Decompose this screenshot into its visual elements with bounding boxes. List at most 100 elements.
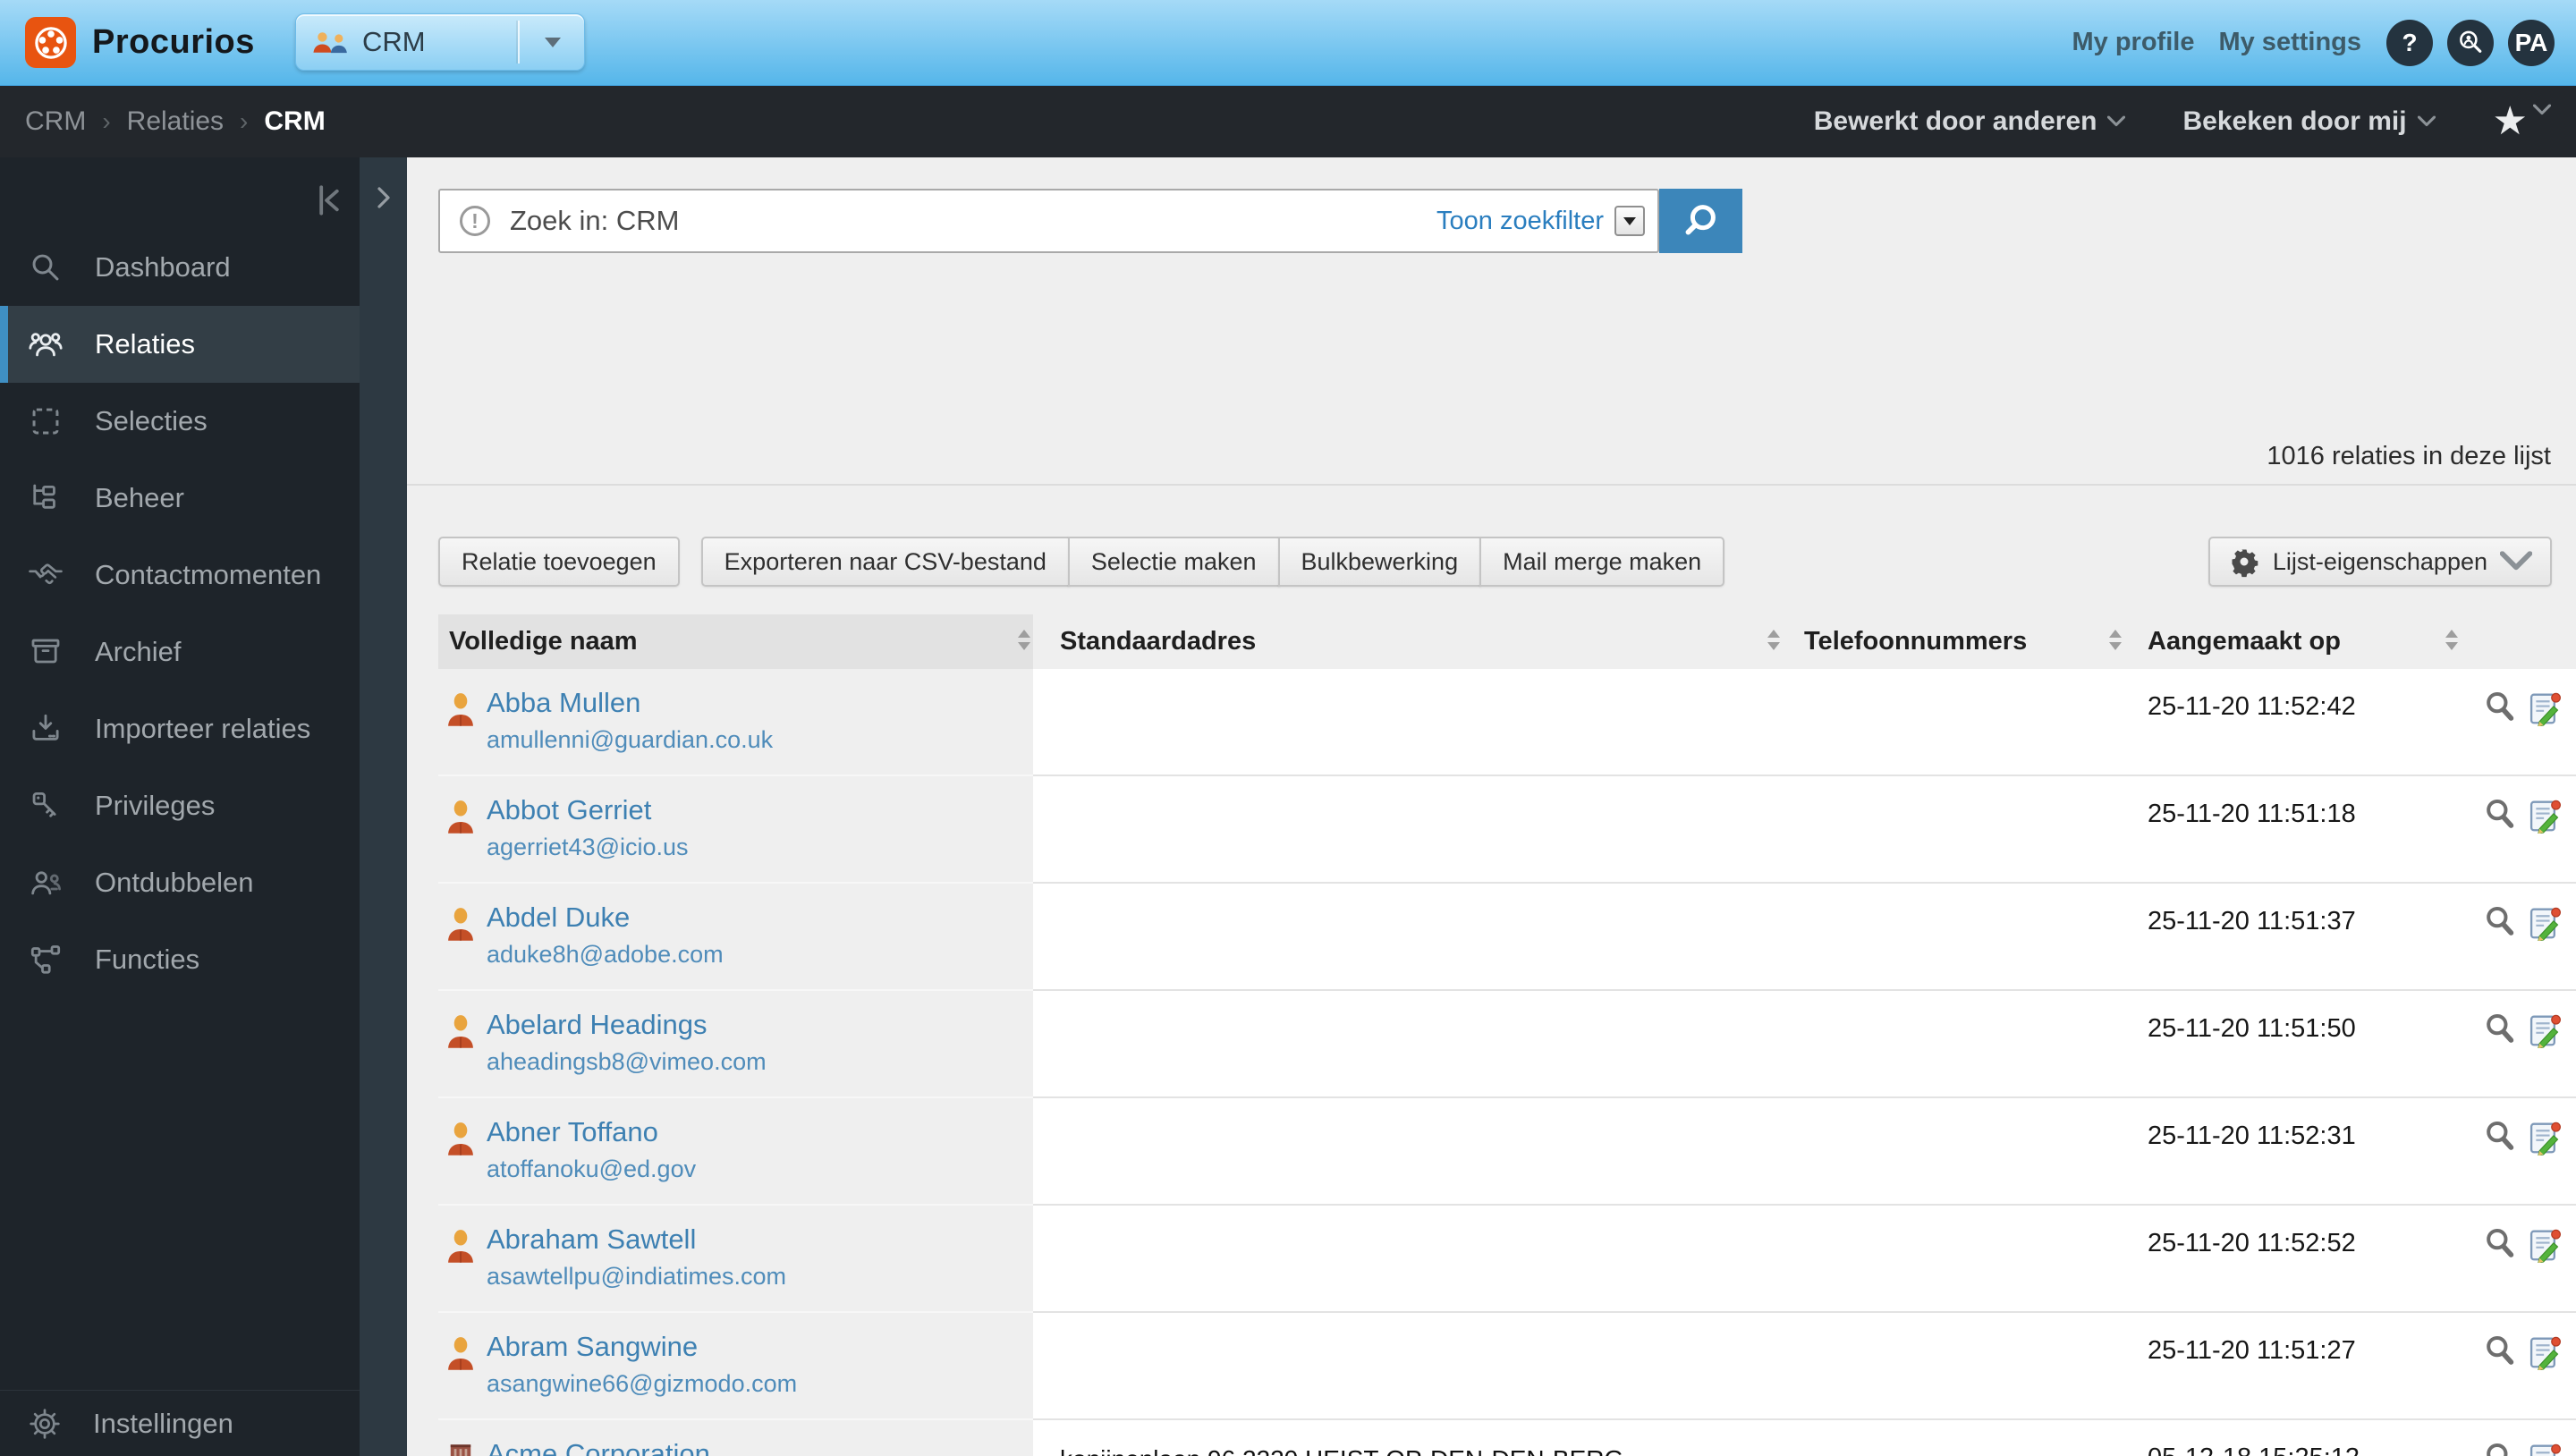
row-background	[1033, 991, 2576, 1098]
mail-merge-maken-button[interactable]: Mail merge maken	[1479, 537, 1725, 587]
column-header-standaardadres[interactable]: Standaardadres	[1060, 627, 1256, 656]
sidebar-item-relaties[interactable]: Relaties	[0, 306, 360, 383]
instellingen-icon	[27, 1406, 63, 1442]
alert-icon: !	[460, 206, 490, 236]
relation-email-link[interactable]: asangwine66@gizmodo.com	[487, 1370, 797, 1398]
relation-name-link[interactable]: Abbot Gerriet	[487, 794, 689, 826]
relation-email-link[interactable]: atoffanoku@ed.gov	[487, 1155, 696, 1183]
exporteren-naar-csv-bestand-button[interactable]: Exporteren naar CSV-bestand	[700, 537, 1070, 587]
sidebar-item-label: Contactmomenten	[95, 559, 322, 590]
relation-name-link[interactable]: Abelard Headings	[487, 1009, 767, 1041]
edit-record-button[interactable]	[2528, 1333, 2562, 1370]
toggle-search-filter-link[interactable]: Toon zoekfilter	[1436, 207, 1604, 236]
divider	[407, 484, 2576, 486]
column-header-telefoonnummers[interactable]: Telefoonnummers	[1804, 627, 2027, 656]
sidebar-item-ontdubbelen[interactable]: Ontdubbelen	[0, 844, 360, 921]
sidebar-item-label: Importeer relaties	[95, 713, 311, 744]
caret-down-icon	[545, 38, 561, 47]
sidebar-item-functies[interactable]: Functies	[0, 921, 360, 998]
created-cell: 25-11-20 11:52:42	[2148, 692, 2356, 721]
breadcrumb-item-crm[interactable]: CRM	[25, 106, 86, 137]
selectie-maken-button[interactable]: Selectie maken	[1067, 537, 1280, 587]
sidebar-item-beheer[interactable]: Beheer	[0, 460, 360, 537]
bewerkt-door-anderen-dropdown[interactable]: Bewerkt door anderen	[1814, 106, 2126, 137]
relation-name-link[interactable]: Abner Toffano	[487, 1116, 696, 1148]
topbar-right: My profile My settings ? PA	[2048, 19, 2555, 66]
view-record-button[interactable]	[2483, 1118, 2517, 1155]
edit-record-button[interactable]	[2528, 903, 2562, 941]
privileges-icon	[27, 787, 64, 825]
procurios-logo[interactable]	[25, 17, 76, 68]
favorites-button[interactable]: ★	[2492, 99, 2551, 143]
person-icon	[445, 1012, 476, 1050]
column-header-volledige-naam[interactable]: Volledige naam	[449, 627, 638, 656]
search-icon	[1681, 200, 1722, 241]
sidebar-item-privileges[interactable]: Privileges	[0, 767, 360, 844]
column-header-aangemaakt-op[interactable]: Aangemaakt op	[2148, 627, 2341, 656]
name-cell: Abner Toffano atoffanoku@ed.gov	[438, 1098, 1033, 1206]
sidebar-item-importeer[interactable]: Importeer relaties	[0, 690, 360, 767]
list-properties-button[interactable]: Lijst-eigenschappen	[2207, 537, 2552, 587]
created-cell: 25-11-20 11:51:37	[2148, 907, 2356, 935]
avatar[interactable]: PA	[2508, 19, 2555, 66]
sidebar-item-dashboard[interactable]: Dashboard	[0, 229, 360, 306]
breadcrumb-item-relaties[interactable]: Relaties	[127, 106, 224, 137]
relation-email-link[interactable]: agerriet43@icio.us	[487, 834, 689, 861]
view-record-button[interactable]	[2483, 903, 2517, 941]
app-selector-dropdown[interactable]: CRM	[295, 13, 585, 71]
sort-icon[interactable]	[1018, 630, 1030, 650]
user-search-button[interactable]	[2447, 19, 2494, 66]
sidebar-item-archief[interactable]: Archief	[0, 614, 360, 690]
relation-email-link[interactable]: asawtellpu@indiatimes.com	[487, 1263, 786, 1291]
sidebar-item-instellingen[interactable]: Instellingen	[0, 1390, 360, 1456]
relation-email-link[interactable]: amullenni@guardian.co.uk	[487, 726, 773, 754]
relation-name-link[interactable]: Abdel Duke	[487, 902, 724, 934]
sort-icon[interactable]	[2445, 630, 2458, 650]
view-record-button[interactable]	[2483, 1011, 2517, 1048]
row-actions	[2483, 903, 2562, 941]
search-input[interactable]: ! Zoek in: CRM Toon zoekfilter	[438, 189, 1659, 253]
sort-icon[interactable]	[1767, 630, 1780, 650]
relation-name-link[interactable]: Abba Mullen	[487, 687, 773, 719]
view-record-button[interactable]	[2483, 1333, 2517, 1370]
row-background	[1033, 1313, 2576, 1420]
view-record-button[interactable]	[2483, 1440, 2517, 1456]
relation-email-link[interactable]: aheadingsb8@vimeo.com	[487, 1048, 767, 1076]
relation-name-link[interactable]: Abram Sangwine	[487, 1331, 797, 1363]
created-cell: 25-11-20 11:52:31	[2148, 1122, 2356, 1150]
edit-record-button[interactable]	[2528, 1225, 2562, 1263]
expand-panel-button[interactable]	[370, 184, 397, 211]
sort-icon[interactable]	[2109, 630, 2122, 650]
filter-dropdown-button[interactable]	[1614, 206, 1645, 236]
bulkbewerking-button[interactable]: Bulkbewerking	[1277, 537, 1482, 587]
sidebar: Dashboard Relaties Selecties Beheer Cont…	[0, 157, 360, 1456]
ontdubbelen-icon	[27, 864, 64, 902]
sidebar-item-contactmomenten[interactable]: Contactmomenten	[0, 537, 360, 614]
sidebar-item-selecties[interactable]: Selecties	[0, 383, 360, 460]
person-icon	[445, 1120, 476, 1157]
functies-icon	[27, 941, 64, 978]
edit-record-button[interactable]	[2528, 1011, 2562, 1048]
edit-record-button[interactable]	[2528, 1440, 2562, 1456]
row-actions	[2483, 1011, 2562, 1048]
search-button[interactable]	[1659, 189, 1742, 253]
edit-record-button[interactable]	[2528, 1118, 2562, 1155]
view-record-button[interactable]	[2483, 689, 2517, 726]
bekeken-door-mij-dropdown[interactable]: Bekeken door mij	[2182, 106, 2435, 137]
breadcrumb-item-crm: CRM	[264, 106, 326, 136]
relation-name-link[interactable]: Acme Corporation	[487, 1438, 863, 1456]
view-record-button[interactable]	[2483, 1225, 2517, 1263]
star-icon: ★	[2492, 99, 2528, 143]
relation-name-link[interactable]: Abraham Sawtell	[487, 1223, 786, 1256]
my-profile-link[interactable]: My profile	[2072, 28, 2195, 57]
sidebar-collapse-button[interactable]	[309, 181, 349, 220]
edit-record-button[interactable]	[2528, 689, 2562, 726]
my-settings-link[interactable]: My settings	[2218, 28, 2361, 57]
person-icon	[445, 1227, 476, 1265]
help-button[interactable]: ?	[2386, 19, 2433, 66]
add-relation-button[interactable]: Relatie toevoegen	[438, 537, 680, 587]
dashboard-icon	[27, 249, 64, 286]
relation-email-link[interactable]: aduke8h@adobe.com	[487, 941, 724, 969]
view-record-button[interactable]	[2483, 796, 2517, 834]
edit-record-button[interactable]	[2528, 796, 2562, 834]
